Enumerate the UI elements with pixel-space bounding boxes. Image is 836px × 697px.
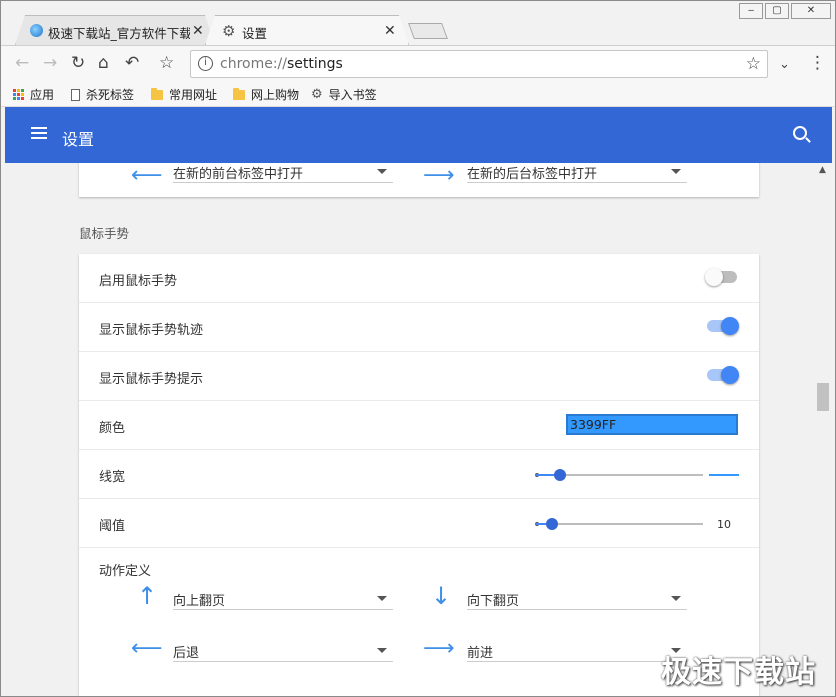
tab-title: 极速下载站_官方软件下载 (48, 26, 190, 41)
slider-thumb[interactable] (546, 518, 558, 530)
show-trail-row[interactable]: 显示鼠标手势轨迹 (79, 303, 759, 352)
arrow-right-icon: ⟶ (423, 163, 455, 188)
bookmark-apps[interactable]: 应用 (13, 86, 54, 103)
folder-icon (233, 87, 245, 100)
url-text: chrome://settings (220, 56, 343, 72)
line-width-row: 线宽 (79, 450, 759, 499)
threshold-slider[interactable] (535, 518, 703, 530)
row-label: 颜色 (99, 421, 126, 436)
close-window-button[interactable]: ✕ (791, 3, 831, 19)
gesture-right-select[interactable]: 前进 (467, 640, 687, 662)
tab-strip: 极速下载站_官方软件下载 ✕ ⚙ 设置 ✕ ‒ ▢ ✕ (1, 1, 835, 45)
page-icon (71, 88, 80, 101)
color-row: 颜色 3399FF (79, 401, 759, 450)
maximize-button[interactable]: ▢ (765, 3, 789, 19)
gear-icon: ⚙ (311, 87, 323, 102)
section-title: 鼠标手势 (79, 226, 130, 241)
scrollbar-thumb[interactable] (817, 383, 829, 411)
bookmark-label: 应用 (30, 88, 55, 102)
tab-title: 设置 (242, 26, 268, 41)
arrow-up-icon: ↑ (137, 582, 158, 610)
slider-thumb[interactable] (554, 469, 566, 481)
row-label: 阈值 (99, 519, 126, 534)
dropdown-caret-icon (671, 596, 681, 601)
apps-grid-icon (13, 89, 24, 100)
gesture-up-select[interactable]: 向上翻页 (173, 588, 393, 610)
row-label: 显示鼠标手势轨迹 (99, 323, 204, 338)
folder-icon (151, 87, 163, 100)
dropdown-caret-icon (377, 648, 387, 653)
bookmark-label: 网上购物 (251, 88, 300, 102)
tab-settings[interactable]: ⚙ 设置 ✕ (205, 15, 409, 45)
row-label: 线宽 (99, 470, 126, 485)
enable-gesture-row[interactable]: 启用鼠标手势 (79, 254, 759, 303)
hamburger-menu-icon[interactable] (31, 127, 47, 139)
bookmark-star-icon[interactable]: ☆ (159, 54, 174, 72)
reload-icon[interactable]: ↻ (71, 54, 85, 72)
arrow-right-icon: ⟶ (423, 636, 455, 661)
new-tab-button[interactable] (408, 23, 448, 39)
gesture-down-select[interactable]: 向下翻页 (467, 588, 687, 610)
back-icon[interactable]: ← (15, 54, 29, 72)
settings-header: 设置 (5, 107, 832, 163)
search-icon[interactable] (793, 126, 807, 140)
home-icon[interactable]: ⌂ (98, 54, 109, 72)
threshold-value: 10 (717, 518, 731, 531)
extension-chevron-icon[interactable]: ⌄ (779, 56, 790, 74)
bookmark-kill-tab[interactable]: 杀死标签 (71, 86, 134, 103)
scroll-up-icon[interactable]: ▲ (819, 165, 826, 175)
star-icon[interactable]: ☆ (746, 54, 761, 74)
arrow-left-icon: ⟵ (131, 163, 163, 188)
toolbar: ← → ↻ ⌂ ↶ ☆ i chrome://settings ☆ ⌄ ⋮ (1, 45, 835, 81)
tab-download-site[interactable]: 极速下载站_官方软件下载 ✕ (15, 15, 215, 45)
show-hint-row[interactable]: 显示鼠标手势提示 (79, 352, 759, 401)
mouse-gesture-card: 启用鼠标手势 显示鼠标手势轨迹 显示鼠标手势提示 颜色 3399FF 线宽 阈值… (79, 254, 759, 696)
dropdown-caret-icon (671, 169, 681, 174)
minimize-button[interactable]: ‒ (739, 3, 763, 19)
tab-open-card: ⟵ 在新的前台标签中打开 ⟶ 在新的后台标签中打开 (79, 163, 759, 197)
gesture-left-select[interactable]: 后退 (173, 640, 393, 662)
gear-icon: ⚙ (222, 22, 236, 40)
row-label: 显示鼠标手势提示 (99, 372, 204, 387)
browser-window: 极速下载站_官方软件下载 ✕ ⚙ 设置 ✕ ‒ ▢ ✕ ← → ↻ ⌂ ↶ ☆ … (0, 0, 836, 697)
row-label: 启用鼠标手势 (99, 274, 178, 289)
close-tab-icon[interactable]: ✕ (384, 23, 396, 39)
page-title: 设置 (62, 130, 95, 149)
gesture-actions: 动作定义 ↑ 向上翻页 ↓ 向下翻页 ⟵ 后退 ⟶ 前进 (79, 548, 759, 696)
arrow-down-icon: ↓ (431, 582, 452, 610)
threshold-row: 阈值 10 (79, 499, 759, 548)
settings-content[interactable]: ⟵ 在新的前台标签中打开 ⟶ 在新的后台标签中打开 鼠标手势 启用鼠标手势 显示… (5, 163, 815, 696)
arrow-left-icon: ⟵ (131, 636, 163, 661)
bookmarks-bar: 应用 杀死标签 常用网址 网上购物 ⚙ 导入书签 (1, 81, 835, 107)
info-icon[interactable]: i (198, 56, 213, 71)
actions-label: 动作定义 (99, 564, 152, 579)
color-input[interactable]: 3399FF (566, 414, 738, 435)
dropdown-caret-icon (377, 596, 387, 601)
bookmark-label: 常用网址 (169, 88, 218, 102)
address-bar[interactable]: i chrome://settings ☆ (190, 50, 768, 78)
bookmark-import[interactable]: ⚙ 导入书签 (311, 86, 377, 103)
enable-gesture-toggle[interactable] (705, 268, 737, 286)
vertical-scrollbar[interactable]: ▲ (815, 163, 832, 696)
show-hint-toggle[interactable] (707, 366, 739, 384)
left-gesture-select[interactable]: 在新的前台标签中打开 (173, 163, 393, 183)
dropdown-caret-icon (377, 169, 387, 174)
bookmark-label: 导入书签 (328, 88, 377, 102)
close-tab-icon[interactable]: ✕ (192, 23, 204, 39)
line-width-preview (709, 474, 739, 476)
watermark-logo: 极速下载站 (661, 655, 816, 690)
bookmark-label: 杀死标签 (86, 88, 135, 102)
menu-dots-icon[interactable]: ⋮ (809, 54, 826, 72)
line-width-slider[interactable] (535, 469, 703, 481)
show-trail-toggle[interactable] (707, 317, 739, 335)
undo-icon[interactable]: ↶ (125, 54, 139, 72)
bookmark-common-sites[interactable]: 常用网址 (151, 86, 217, 103)
window-controls: ‒ ▢ ✕ (739, 3, 831, 19)
site-favicon-icon (30, 24, 43, 37)
forward-icon[interactable]: → (43, 54, 57, 72)
bookmark-shopping[interactable]: 网上购物 (233, 86, 299, 103)
right-gesture-select[interactable]: 在新的后台标签中打开 (467, 163, 687, 183)
